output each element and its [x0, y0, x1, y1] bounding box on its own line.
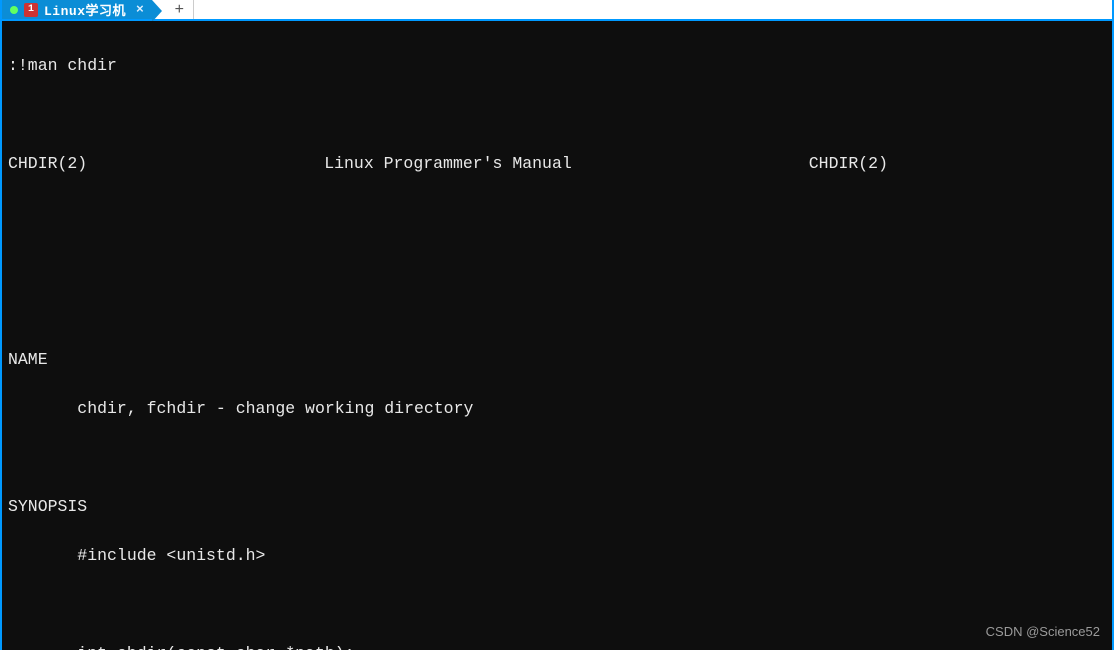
section-heading-name: NAME	[8, 348, 1106, 373]
blank-line	[8, 593, 1106, 618]
name-body: chdir, fchdir - change working directory	[8, 397, 1106, 422]
synopsis-include: #include <unistd.h>	[8, 544, 1106, 569]
blank-line	[8, 446, 1106, 471]
man-header-right: CHDIR(2)	[809, 152, 888, 177]
tab-bar: 1 Linux学习机 × +	[2, 0, 1112, 21]
man-header: CHDIR(2) Linux Programmer's Manual CHDIR(2…	[8, 152, 888, 177]
man-header-left: CHDIR(2)	[8, 152, 87, 177]
blank-line	[8, 103, 1106, 128]
plus-icon: +	[175, 1, 185, 19]
terminal-window: 1 Linux学习机 × + :!man chdir CHDIR(2) Linux…	[0, 0, 1114, 650]
new-tab-button[interactable]: +	[166, 0, 194, 19]
watermark: CSDN @Science52	[986, 620, 1100, 645]
blank-line	[8, 250, 1106, 275]
command-line: :!man chdir	[8, 54, 1106, 79]
tab-index-badge: 1	[24, 3, 38, 17]
section-heading-synopsis: SYNOPSIS	[8, 495, 1106, 520]
tab-label: Linux学习机	[44, 0, 126, 19]
blank-line	[8, 299, 1106, 324]
terminal-viewport[interactable]: :!man chdir CHDIR(2) Linux Programmer's M…	[2, 21, 1112, 650]
close-icon[interactable]: ×	[136, 3, 144, 16]
synopsis-func-chdir: int chdir(const char *path);	[8, 642, 1106, 650]
tab-linux[interactable]: 1 Linux学习机 ×	[2, 0, 152, 19]
man-header-center: Linux Programmer's Manual	[324, 152, 572, 177]
status-dot-icon	[10, 6, 18, 14]
blank-line	[8, 201, 1106, 226]
